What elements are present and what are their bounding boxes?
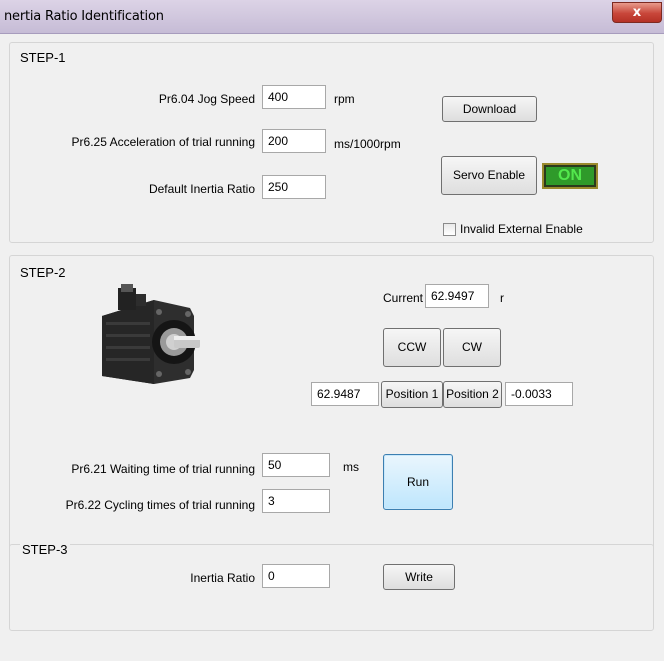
step2-title: STEP-2 (20, 265, 66, 280)
position2-value-field[interactable]: -0.0033 (505, 382, 573, 406)
jog-speed-input[interactable]: 400 (262, 85, 326, 109)
servo-status-text: ON (546, 167, 594, 185)
download-button-label: Download (462, 102, 517, 116)
servo-enable-button[interactable]: Servo Enable (441, 156, 537, 195)
cycling-times-input[interactable]: 3 (262, 489, 330, 513)
position1-button[interactable]: Position 1 (381, 381, 443, 408)
servo-enable-label: Servo Enable (452, 168, 526, 182)
acceleration-input[interactable]: 200 (262, 129, 326, 153)
jog-speed-label: Pr6.04 Jog Speed (158, 92, 255, 106)
run-label: Run (406, 475, 429, 489)
cw-label: CW (462, 340, 482, 354)
run-button[interactable]: Run (383, 454, 453, 510)
write-button[interactable]: Write (383, 564, 455, 590)
current-label: Current (383, 291, 424, 305)
waiting-time-input[interactable]: 50 (262, 453, 330, 477)
ccw-button[interactable]: CCW (383, 328, 441, 367)
download-button[interactable]: Download (442, 96, 537, 122)
title-bar[interactable]: nertia Ratio Identification x (0, 0, 664, 34)
close-button[interactable]: x (612, 2, 662, 23)
cw-button[interactable]: CW (443, 328, 501, 367)
position1-value-field[interactable]: 62.9487 (311, 382, 379, 406)
dialog-window: nertia Ratio Identification x STEP-1 Pr6… (0, 0, 664, 661)
current-unit: r (500, 291, 504, 305)
client-area: STEP-1 Pr6.04 Jog Speed 400 rpm Pr6.25 A… (0, 34, 664, 661)
invalid-external-enable-label: Invalid External Enable (460, 222, 583, 236)
step1-title: STEP-1 (20, 50, 66, 65)
servo-status-indicator: ON (542, 163, 598, 189)
current-position-field: 62.9497 (425, 284, 489, 308)
position1-label: Position 1 (385, 387, 439, 401)
dialog-bottom-area (0, 632, 664, 661)
window-title: nertia Ratio Identification (4, 9, 164, 24)
step3-title: STEP-3 (20, 542, 70, 557)
inertia-ratio-field[interactable]: 0 (262, 564, 330, 588)
waiting-time-label: Pr6.21 Waiting time of trial running (71, 462, 255, 476)
write-label: Write (405, 570, 433, 584)
jog-speed-unit: rpm (334, 92, 355, 106)
default-inertia-input[interactable]: 250 (262, 175, 326, 199)
default-inertia-label: Default Inertia Ratio (148, 182, 255, 196)
close-icon: x (632, 5, 642, 20)
waiting-time-unit: ms (343, 460, 359, 474)
acceleration-label: Pr6.25 Acceleration of trial running (71, 135, 255, 149)
position2-button[interactable]: Position 2 (443, 381, 502, 408)
ccw-label: CCW (397, 340, 427, 354)
servo-motor-image (102, 284, 200, 384)
step3-group (9, 544, 654, 631)
invalid-external-enable-checkbox[interactable] (443, 223, 456, 236)
cycling-times-label: Pr6.22 Cycling times of trial running (65, 498, 255, 512)
inertia-ratio-label: Inertia Ratio (190, 571, 255, 585)
acceleration-unit: ms/1000rpm (334, 137, 401, 151)
position2-label: Position 2 (446, 387, 499, 401)
